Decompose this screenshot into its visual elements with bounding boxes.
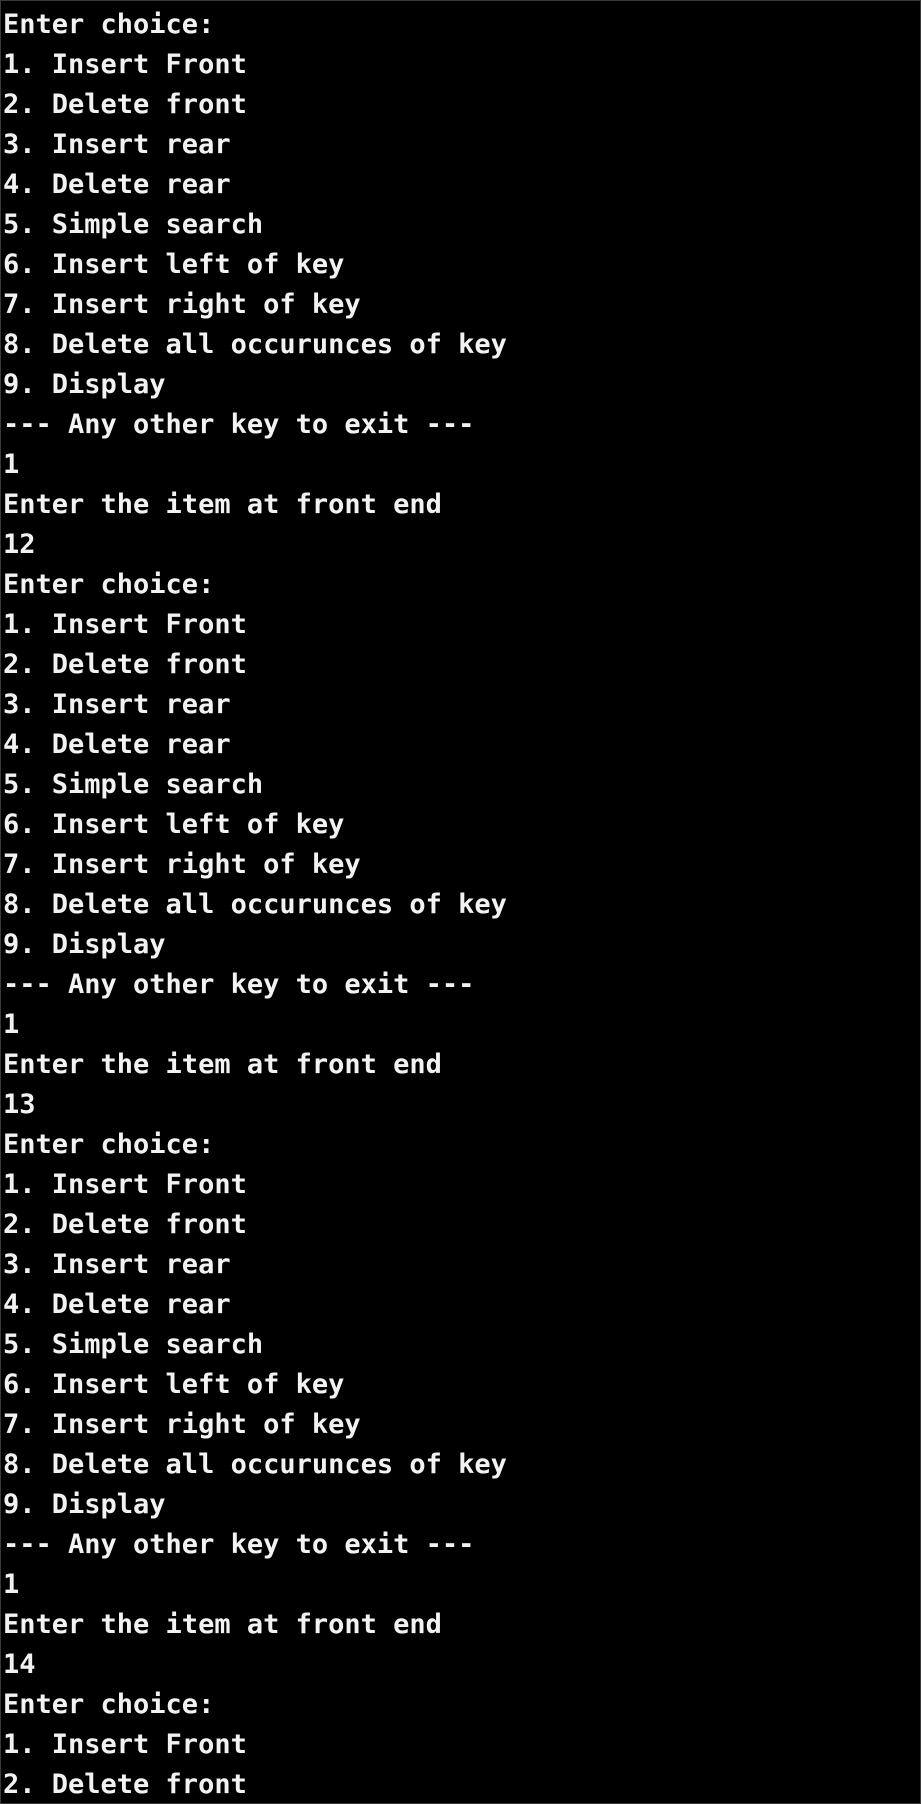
terminal-menu-line: 9. Display bbox=[3, 369, 166, 400]
terminal-menu-line: 4. Delete rear bbox=[3, 729, 231, 760]
terminal-menu-line: 3. Insert rear bbox=[3, 1249, 231, 1280]
terminal-menu-line: 2. Delete front bbox=[3, 89, 247, 120]
terminal-prompt-line: Enter choice: bbox=[3, 1129, 215, 1160]
terminal-input-line: 1 bbox=[3, 449, 20, 480]
terminal-menu-line: 7. Insert right of key bbox=[3, 289, 361, 320]
terminal-menu-line: 7. Insert right of key bbox=[3, 849, 361, 880]
terminal-menu-line: 9. Display bbox=[3, 1489, 166, 1520]
terminal-menu-line: 5. Simple search bbox=[3, 209, 264, 240]
terminal-prompt-line: Enter the item at front end bbox=[3, 1049, 442, 1080]
terminal-menu-line: 8. Delete all occurunces of key bbox=[3, 889, 507, 920]
terminal-output: Enter choice: 1. Insert Front 2. Delete fr… bbox=[3, 5, 920, 1803]
terminal-menu-line: --- Any other key to exit --- bbox=[3, 969, 475, 1000]
terminal-menu-line: 3. Insert rear bbox=[3, 129, 231, 160]
terminal-menu-line: 3. Insert rear bbox=[3, 689, 231, 720]
terminal-input-line: 13 bbox=[3, 1089, 36, 1120]
terminal-window[interactable]: Enter choice: 1. Insert Front 2. Delete fr… bbox=[0, 0, 921, 1804]
terminal-prompt-line: Enter choice: bbox=[3, 569, 215, 600]
terminal-menu-line: --- Any other key to exit --- bbox=[3, 1529, 475, 1560]
terminal-menu-line: 5. Simple search bbox=[3, 769, 264, 800]
terminal-input-line: 1 bbox=[3, 1569, 20, 1600]
terminal-menu-line: 5. Simple search bbox=[3, 1329, 264, 1360]
terminal-menu-line: --- Any other key to exit --- bbox=[3, 409, 475, 440]
terminal-menu-line: 1. Insert Front bbox=[3, 1729, 247, 1760]
terminal-menu-line: 6. Insert left of key bbox=[3, 249, 345, 280]
terminal-input-line: 14 bbox=[3, 1649, 36, 1680]
terminal-input-line: 1 bbox=[3, 1009, 20, 1040]
terminal-prompt-line: Enter the item at front end bbox=[3, 489, 442, 520]
terminal-input-line: 12 bbox=[3, 529, 36, 560]
terminal-prompt-line: Enter choice: bbox=[3, 1689, 215, 1720]
terminal-menu-line: 1. Insert Front bbox=[3, 1169, 247, 1200]
terminal-menu-line: 4. Delete rear bbox=[3, 169, 231, 200]
terminal-menu-line: 6. Insert left of key bbox=[3, 809, 345, 840]
terminal-menu-line: 6. Insert left of key bbox=[3, 1369, 345, 1400]
terminal-menu-line: 2. Delete front bbox=[3, 1209, 247, 1240]
terminal-menu-line: 2. Delete front bbox=[3, 1769, 247, 1800]
terminal-menu-line: 1. Insert Front bbox=[3, 49, 247, 80]
terminal-menu-line: 9. Display bbox=[3, 929, 166, 960]
terminal-prompt-line: Enter choice: bbox=[3, 9, 215, 40]
terminal-menu-line: 8. Delete all occurunces of key bbox=[3, 329, 507, 360]
terminal-prompt-line: Enter the item at front end bbox=[3, 1609, 442, 1640]
terminal-menu-line: 1. Insert Front bbox=[3, 609, 247, 640]
terminal-menu-line: 2. Delete front bbox=[3, 649, 247, 680]
terminal-menu-line: 4. Delete rear bbox=[3, 1289, 231, 1320]
terminal-menu-line: 8. Delete all occurunces of key bbox=[3, 1449, 507, 1480]
terminal-menu-line: 7. Insert right of key bbox=[3, 1409, 361, 1440]
